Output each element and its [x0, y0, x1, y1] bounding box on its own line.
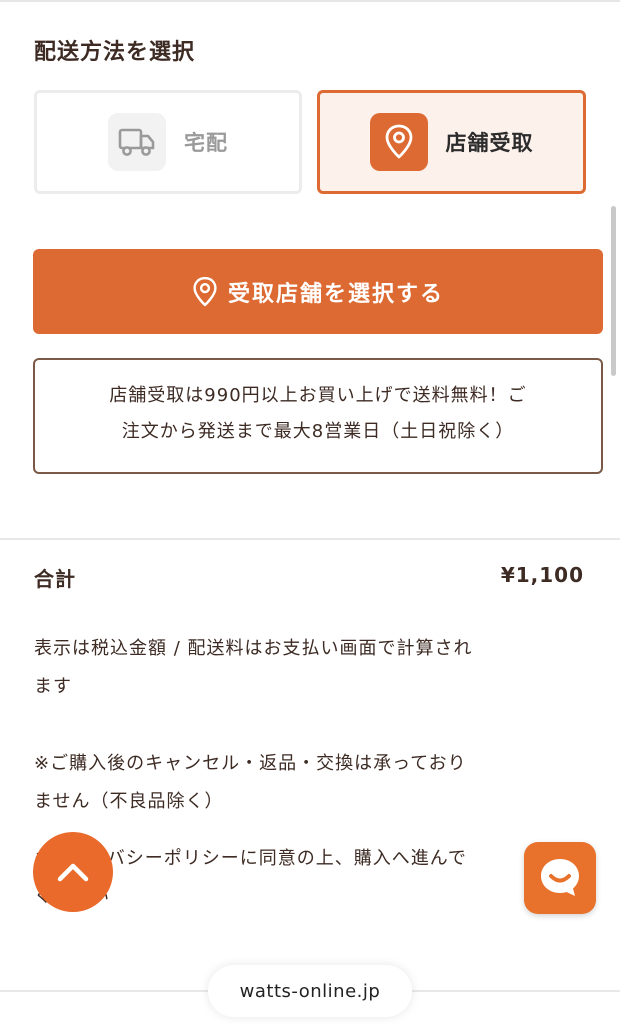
- scroll-to-top-button[interactable]: [33, 832, 113, 912]
- location-pin-icon: [192, 276, 218, 308]
- shipping-section-title: 配送方法を選択: [34, 40, 196, 65]
- privacy-note-line-1: ※プライバシーポリシーに同意の上、購入へ進んで: [34, 848, 467, 869]
- cancel-note-line-2: ません（不良品除く）: [34, 791, 224, 812]
- chat-smile-icon: [535, 853, 585, 903]
- shipping-option-store-pickup-label: 店舗受取: [445, 131, 534, 155]
- select-pickup-store-label: 受取店舗を選択する: [227, 281, 444, 307]
- chat-button[interactable]: [524, 842, 596, 914]
- browser-url-bar[interactable]: watts-online.jp: [208, 965, 412, 1017]
- privacy-note-line-2: ください: [34, 878, 584, 916]
- location-pin-icon: [369, 113, 428, 171]
- free-shipping-notice: 店舗受取は990円以上お買い上げで送料無料！ご 注文から発送まで最大8営業日（土…: [33, 358, 603, 474]
- total-label: 合計: [34, 567, 76, 591]
- top-divider: [0, 0, 620, 2]
- notice-line-1: 店舗受取は990円以上お買い上げで送料無料！ご: [109, 385, 527, 406]
- select-pickup-store-button[interactable]: 受取店舗を選択する: [33, 249, 603, 334]
- tax-note-line-2: ます: [34, 676, 72, 697]
- shipping-option-delivery-label: 宅配: [184, 131, 228, 155]
- chevron-up-icon: [56, 861, 90, 883]
- shipping-option-store-pickup[interactable]: 店舗受取: [317, 90, 586, 194]
- tax-note: 表示は税込金額 / 配送料はお支払い画面で計算され ます: [34, 630, 584, 706]
- notice-line-2: 注文から発送まで最大8営業日（土日祝除く）: [121, 421, 515, 442]
- tax-note-line-1: 表示は税込金額 / 配送料はお支払い画面で計算され: [34, 638, 473, 659]
- shipping-option-delivery[interactable]: 宅配: [34, 90, 302, 194]
- privacy-policy-note: ※プライバシーポリシーに同意の上、購入へ進んで ください: [34, 840, 584, 916]
- total-value: ¥1,100: [500, 563, 584, 587]
- cancel-policy-note: ※ご購入後のキャンセル・返品・交換は承っており ません（不良品除く）: [34, 745, 584, 821]
- scrollbar[interactable]: [611, 206, 616, 376]
- section-divider: [0, 538, 620, 540]
- url-text: watts-online.jp: [239, 980, 381, 1002]
- truck-icon: [108, 113, 166, 171]
- cancel-note-line-1: ※ご購入後のキャンセル・返品・交換は承っており: [34, 753, 467, 774]
